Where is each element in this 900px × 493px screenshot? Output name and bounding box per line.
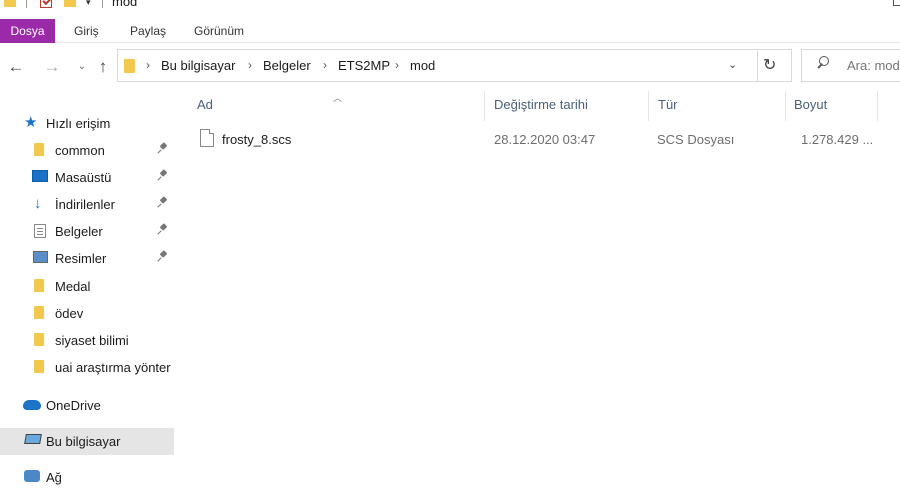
search-box[interactable] [801,49,900,82]
star-icon: ★ [24,114,38,131]
forward-button[interactable]: → [42,57,62,77]
tab-home[interactable]: Giriş [64,19,109,43]
breadcrumb-ets2mp[interactable]: ETS2MP [338,58,390,73]
sidebar-item-label: siyaset bilimi [55,333,129,348]
navigation-bar: ← → ⌄ ↑ › Bu bilgisayar › Belgeler › ETS… [0,43,900,91]
file-modified: 28.12.2020 03:47 [494,132,596,147]
folder-icon [34,333,44,346]
folder-icon [34,306,44,319]
column-header-modified[interactable]: Değiştirme tarihi [494,97,588,121]
sidebar-item-label: İndirilenler [55,197,115,212]
window-title: mod [112,0,138,9]
download-icon: ↓ [34,195,42,212]
sidebar-item-label: ödev [55,306,84,321]
column-divider[interactable] [648,91,649,121]
computer-icon [24,434,42,444]
pin-icon[interactable] [157,197,169,209]
back-button[interactable]: ← [6,57,26,77]
sidebar-item-documents[interactable]: Belgeler [0,218,174,245]
navigation-pane: ★ Hızlı erişim common Masaüstü ↓ İndiril… [0,91,176,493]
recent-locations-button[interactable]: ⌄ [72,57,92,77]
column-header-type[interactable]: Tür [658,97,678,121]
sidebar-item-uai-arastirma[interactable]: uai araştırma yönter [0,354,174,381]
up-button[interactable]: ↑ [93,57,113,77]
divider [757,50,758,81]
properties-icon[interactable] [40,0,52,8]
onedrive-cloud-icon [23,400,41,410]
pin-icon[interactable] [157,224,169,236]
sidebar-item-network[interactable]: Ağ [0,464,174,491]
folder-icon [34,279,44,292]
new-folder-icon[interactable] [64,0,76,7]
column-divider[interactable] [785,91,786,121]
sidebar-item-this-pc[interactable]: Bu bilgisayar [0,428,174,455]
sidebar-item-odev[interactable]: ödev [0,300,174,327]
tab-view[interactable]: Görünüm [184,19,254,43]
sidebar-item-label: Medal [55,279,91,294]
divider [26,0,27,8]
sidebar-item-label: OneDrive [46,398,101,413]
chevron-right-icon[interactable]: › [146,58,150,72]
chevron-right-icon[interactable]: › [248,58,252,72]
sidebar-item-common[interactable]: common [0,137,174,164]
column-header-size[interactable]: Boyut [794,97,827,121]
sidebar-item-quick-access[interactable]: ★ Hızlı erişim [0,110,174,137]
folder-icon[interactable] [4,0,16,7]
address-bar[interactable]: › Bu bilgisayar › Belgeler › ETS2MP › mo… [117,49,792,82]
file-name: frosty_8.scs [222,132,292,147]
breadcrumb-this-pc[interactable]: Bu bilgisayar [161,58,235,73]
folder-icon [34,143,44,156]
sort-ascending-icon: ︿ [333,93,343,103]
divider [102,0,103,8]
search-input[interactable] [847,58,900,73]
chevron-right-icon[interactable]: › [323,58,327,72]
ribbon: Dosya Giriş Paylaş Görünüm [0,19,900,43]
sidebar-item-label: Ağ [46,470,62,485]
column-divider[interactable] [484,91,485,121]
folder-icon [124,59,135,73]
pictures-icon [33,251,48,263]
file-type: SCS Dosyası [657,132,735,147]
tab-share[interactable]: Paylaş [120,19,176,43]
chevron-down-icon[interactable]: ⌄ [728,58,737,71]
breadcrumb-documents[interactable]: Belgeler [263,58,311,73]
column-header-name[interactable]: Ad [197,97,213,121]
breadcrumb-mod[interactable]: mod [410,58,435,73]
sidebar-item-label: Bu bilgisayar [46,434,121,449]
search-icon [816,56,830,70]
sidebar-item-label: Belgeler [55,224,103,239]
sidebar-item-label: uai araştırma yönter [55,360,171,375]
refresh-icon[interactable]: ↻ [763,55,776,75]
sidebar-item-downloads[interactable]: ↓ İndirilenler [0,191,174,218]
column-divider[interactable] [877,91,878,121]
sidebar-item-siyaset-bilimi[interactable]: siyaset bilimi [0,327,174,354]
pin-icon[interactable] [157,251,169,263]
chevron-right-icon[interactable]: › [395,58,399,72]
tab-file[interactable]: Dosya [0,19,55,43]
documents-icon [34,224,46,238]
title-bar: ▾ mod [0,0,900,16]
sidebar-item-desktop[interactable]: Masaüstü [0,164,174,191]
sidebar-item-pictures[interactable]: Resimler [0,245,174,272]
network-icon [24,470,40,482]
file-icon [200,129,214,147]
sidebar-item-medal[interactable]: Medal [0,273,174,300]
sidebar-item-label: Masaüstü [55,170,112,185]
file-row[interactable]: frosty_8.scs 28.12.2020 03:47 SCS Dosyas… [188,127,900,151]
sidebar-item-label: Hızlı erişim [46,116,111,131]
folder-icon [34,360,44,373]
sidebar-item-label: Resimler [55,251,107,266]
sidebar-item-label: common [55,143,105,158]
minimize-button[interactable] [893,0,900,6]
desktop-icon [32,170,48,182]
file-size: 1.278.429 ... [801,132,874,147]
pin-icon[interactable] [157,143,169,155]
customize-quick-access-icon[interactable]: ▾ [86,0,91,8]
pin-icon[interactable] [157,170,169,182]
file-list: ︿ Ad Değiştirme tarihi Tür Boyut frosty_… [176,91,900,493]
sidebar-item-onedrive[interactable]: OneDrive [0,392,174,419]
